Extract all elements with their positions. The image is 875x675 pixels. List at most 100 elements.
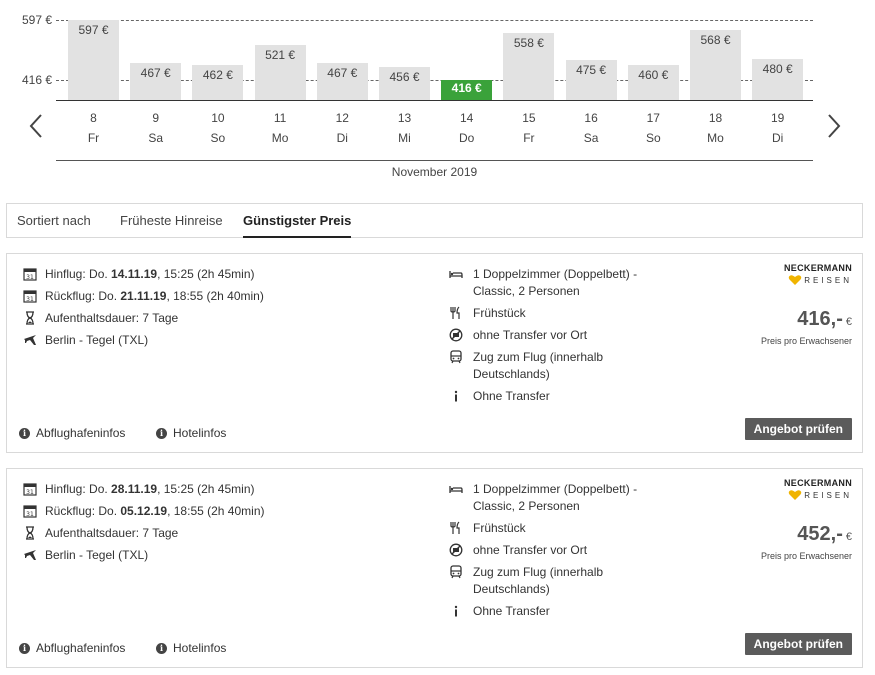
outbound-rest: , 15:25 (2h 45min) <box>157 267 255 281</box>
day-number: 19 <box>771 111 785 125</box>
chevron-left-icon[interactable] <box>26 113 48 139</box>
outbound-flight: 31 Hinflug: Do. 28.11.19, 15:25 (2h 45mi… <box>23 481 254 498</box>
price-bar-17[interactable]: 460 € <box>627 65 679 100</box>
chevron-right-icon[interactable] <box>822 113 844 139</box>
heart-icon <box>788 275 802 285</box>
price-bar-13[interactable]: 456 € <box>379 66 430 100</box>
price-bar-15[interactable]: 558 € <box>503 32 555 100</box>
weekday: So <box>210 131 226 145</box>
airport-info: Abflughafeninfos <box>36 641 126 655</box>
tab-earliest-departure[interactable]: Früheste Hinreise <box>120 213 223 228</box>
svg-text:31: 31 <box>26 511 34 518</box>
price-bar-9[interactable]: 467 € <box>130 63 182 100</box>
day-label-14[interactable]: 14 Do <box>441 108 492 148</box>
return-rest: , 18:55 (2h 40min) <box>166 289 264 303</box>
board-type: Frühstück <box>449 305 649 322</box>
airport-info-link[interactable]: i Abflughafeninfos <box>19 426 125 440</box>
room-type: 1 Doppelzimmer (Doppelbett) - Classic, 2 … <box>449 481 649 515</box>
price-bar-10[interactable]: 462 € <box>192 64 244 100</box>
bus-icon <box>449 350 463 364</box>
board: Frühstück <box>473 521 526 535</box>
day-number: 8 <box>90 111 97 125</box>
offer-card-2: 31 Hinflug: Do. 28.11.19, 15:25 (2h 45mi… <box>6 468 863 668</box>
day-label-9[interactable]: 9 Sa <box>130 108 181 148</box>
bed-icon <box>449 267 463 281</box>
offer-card-1: 31 Hinflug: Do. 14.11.19, 15:25 (2h 45mi… <box>6 253 863 453</box>
price-bar-11[interactable]: 521 € <box>254 45 306 100</box>
day-label-16[interactable]: 16 Sa <box>566 108 617 148</box>
day-label-12[interactable]: 12 Di <box>317 108 368 148</box>
price-bar-19[interactable]: 480 € <box>752 58 804 100</box>
train-1: Zug zum Flug (innerhalb <box>473 350 604 364</box>
check-offer-button[interactable]: Angebot prüfen <box>744 633 852 655</box>
info-icon <box>449 604 463 618</box>
plane-icon <box>23 548 37 562</box>
hotel-info: Hotelinfos <box>173 426 227 440</box>
outbound-date: 28.11.19 <box>111 482 158 496</box>
check-offer-button[interactable]: Angebot prüfen <box>744 418 852 440</box>
price: 452,- <box>797 523 843 545</box>
hotel-info-link[interactable]: i Hotelinfos <box>156 426 226 440</box>
bar-price-label: 467 € <box>140 66 171 81</box>
operator-logo: NECKERMANN REISEN <box>772 263 852 286</box>
heart-icon <box>788 490 802 500</box>
transfer-location: ohne Transfer vor Ort <box>449 542 649 559</box>
room-type: 1 Doppelzimmer (Doppelbett) - Classic, 2 … <box>449 266 649 300</box>
y-tick-min: 416 € <box>21 73 52 87</box>
price-bar-16[interactable]: 475 € <box>565 60 617 100</box>
price-note: Preis pro Erwachsener <box>760 551 852 561</box>
day-number: 13 <box>397 111 412 125</box>
calendar-icon: 31 <box>23 482 37 496</box>
day-label-19[interactable]: 19 Di <box>752 108 803 148</box>
calendar-icon: 31 <box>23 289 37 303</box>
day-number: 15 <box>522 111 536 125</box>
y-tick-max: 597 € <box>21 13 52 27</box>
hotel-info-link[interactable]: i Hotelinfos <box>156 641 226 655</box>
room-1: 1 Doppelzimmer (Doppelbett) - <box>473 482 638 496</box>
day-label-15[interactable]: 15 Fr <box>503 108 554 148</box>
day-label-10[interactable]: 10 So <box>192 108 243 148</box>
price-bar-18[interactable]: 568 € <box>690 29 741 100</box>
tab-cheapest-price[interactable]: Günstigster Preis <box>243 213 352 238</box>
day-number: 17 <box>646 111 660 125</box>
transfer: Ohne Transfer <box>473 389 550 403</box>
sort-bar: Sortiert nach Früheste Hinreise Günstigs… <box>6 203 863 238</box>
return-rest: , 18:55 (2h 40min) <box>167 504 265 518</box>
transfer-info: Ohne Transfer <box>449 388 649 405</box>
return-prefix: Rückflug: Do. <box>45 504 121 518</box>
stay-duration: Aufenthaltsdauer: 7 Tage <box>23 525 178 542</box>
airport-info-link[interactable]: i Abflughafeninfos <box>19 641 125 655</box>
outbound-date: 14.11.19 <box>111 267 158 281</box>
price-bar-12[interactable]: 467 € <box>316 63 368 100</box>
airport: Berlin - Tegel (TXL) <box>45 548 149 562</box>
day-label-18[interactable]: 18 Mo <box>690 108 741 148</box>
day-label-13[interactable]: 13 Mi <box>379 108 430 148</box>
weekday: Fr <box>87 131 100 145</box>
day-label-11[interactable]: 11 Mo <box>255 108 306 148</box>
price-bar-14[interactable]: 416 € <box>441 80 493 100</box>
bar-price-label: 416 € <box>451 81 482 95</box>
transfer-info: Ohne Transfer <box>449 603 649 620</box>
outbound-flight: 31 Hinflug: Do. 14.11.19, 15:25 (2h 45mi… <box>23 266 254 283</box>
room-2: Classic, 2 Personen <box>473 284 580 298</box>
duration: Aufenthaltsdauer: 7 Tage <box>45 311 179 325</box>
outbound-prefix: Hinflug: Do. <box>45 267 112 281</box>
currency: € <box>845 531 852 543</box>
transfer-place: ohne Transfer vor Ort <box>473 328 588 342</box>
stay-duration: Aufenthaltsdauer: 7 Tage <box>23 310 178 327</box>
weekday: Mo <box>707 131 724 145</box>
bus-icon <box>449 565 463 579</box>
day-label-17[interactable]: 17 So <box>628 108 679 148</box>
price: 416,- € <box>797 308 852 331</box>
svg-text:31: 31 <box>26 296 34 303</box>
day-number: 12 <box>335 111 349 125</box>
price-bar-8[interactable]: 597 € <box>68 20 119 100</box>
weekday: Di <box>336 131 348 145</box>
duration: Aufenthaltsdauer: 7 Tage <box>45 526 179 540</box>
info-icon: i <box>19 427 30 439</box>
calendar-icon: 31 <box>23 267 37 281</box>
day-label-8[interactable]: 8 Fr <box>68 108 119 148</box>
train-2: Deutschlands) <box>473 367 550 381</box>
transfer-location: ohne Transfer vor Ort <box>449 327 649 344</box>
price: 416,- <box>797 308 843 330</box>
